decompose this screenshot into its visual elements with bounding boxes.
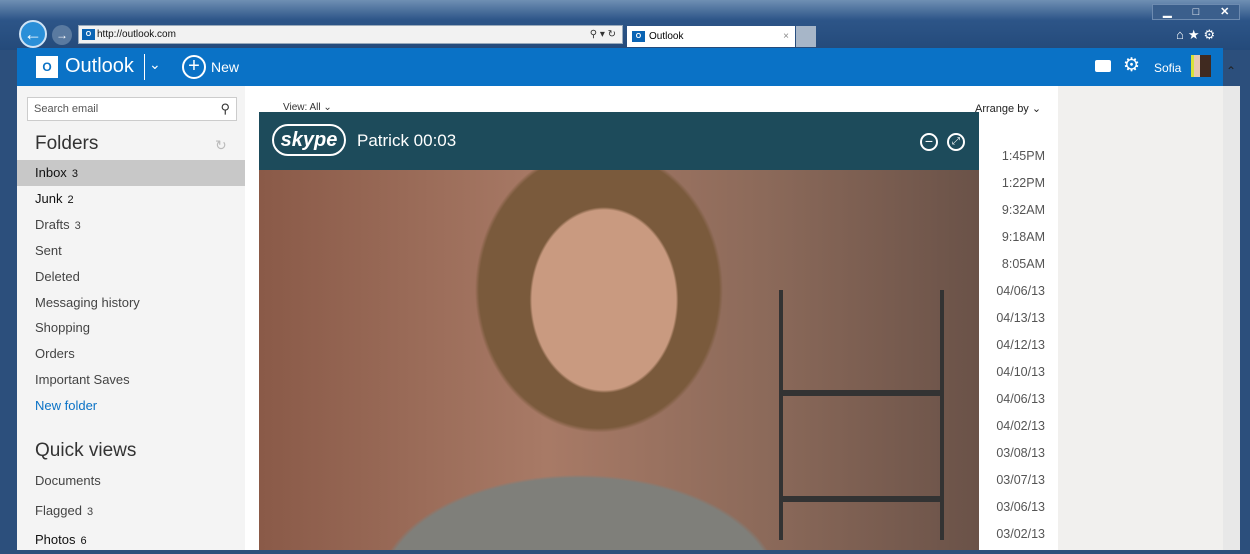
folder-label: Inbox [35,165,67,180]
tab-title: Outlook [649,31,684,42]
search-placeholder: Search email [34,103,99,115]
scrollbar[interactable] [1223,86,1240,550]
message-time[interactable]: 1:22PM [980,173,1045,200]
unread-count: 6 [80,535,87,547]
message-time[interactable]: 04/06/13 [980,281,1045,308]
folder-label: Photos [35,532,76,547]
app-title[interactable]: Outlook [65,55,134,78]
folder-label: Flagged [35,502,82,518]
close-button[interactable]: ✕ [1210,5,1239,19]
arrange-by-dropdown[interactable]: Arrange by ⌄ [975,102,1041,115]
plus-icon[interactable]: + [182,55,206,79]
folder-flagged[interactable]: Flagged 3 [17,498,245,524]
close-tab-icon[interactable]: × [783,26,789,47]
folder-orders[interactable]: Orders [17,341,245,367]
divider [144,54,145,80]
outlook-header: O Outlook ⌄ + New ⚙ Sofia [17,48,1223,86]
folders-heading: Folders [35,133,99,154]
folder-drafts[interactable]: Drafts 3 [17,212,245,238]
message-time[interactable]: 03/07/13 [980,470,1045,497]
chat-icon[interactable] [1095,60,1111,72]
folder-label: Messaging history [35,294,140,310]
folder-label: Documents [35,473,101,488]
folder-label: Sent [35,242,62,258]
new-folder-link[interactable]: New folder [17,393,245,419]
outlook-favicon: O [82,29,95,40]
folder-inbox[interactable]: Inbox 3 [17,160,245,186]
message-time[interactable]: 03/08/13 [980,443,1045,470]
folder-label: Shopping [35,320,90,336]
expand-call-button[interactable]: ⤢ [947,133,965,151]
avatar[interactable] [1191,55,1211,77]
new-tab-button[interactable] [796,26,816,47]
back-button[interactable]: ← [19,20,47,48]
message-time[interactable]: 03/06/13 [980,497,1045,524]
quick-views-heading: Quick views [35,440,137,461]
refresh-icon[interactable]: ↻ [215,137,227,154]
maximize-button[interactable]: □ [1182,5,1211,19]
message-time[interactable]: 04/10/13 [980,362,1045,389]
search-icon[interactable]: ⚲ [220,98,230,120]
message-times: 1:45PM 1:22PM 9:32AM 9:18AM 8:05AM 04/06/13 04… [980,146,1045,551]
address-bar[interactable]: O http://outlook.com ⚲ ▾ ↻ [78,25,623,44]
folder-label: Drafts [35,216,70,232]
skype-header: skype Patrick 00:03 − ⤢ [259,112,979,170]
sidebar: Search email ⚲ Folders ↻ Quick views Inb… [17,86,245,550]
folder-label: Junk [35,190,63,206]
outlook-logo-icon: O [36,56,58,78]
minimize-button[interactable]: ▁ [1153,5,1182,19]
message-time[interactable]: 1:45PM [980,146,1045,173]
background-shelf [779,290,944,540]
unread-count: 3 [71,168,78,180]
scroll-up-icon[interactable]: ⌃ [1226,64,1236,78]
folder-sent[interactable]: Sent [17,238,245,264]
unread-count: 3 [86,505,94,518]
url-text: http://outlook.com [97,29,176,40]
folder-label: Deleted [35,268,80,284]
new-button[interactable]: New [211,59,239,75]
message-time[interactable]: 04/06/13 [980,389,1045,416]
folder-deleted[interactable]: Deleted [17,264,245,290]
folder-shopping[interactable]: Shopping [17,315,245,341]
user-name[interactable]: Sofia [1154,61,1181,75]
window-controls: ▁ □ ✕ [1152,4,1240,20]
folder-documents[interactable]: Documents [17,468,245,494]
right-pane [1058,86,1223,550]
tab-outlook[interactable]: O Outlook × [627,26,795,47]
browser-chrome: ← → O http://outlook.com ⚲ ▾ ↻ O Outlook… [0,0,1250,50]
folder-important-saves[interactable]: Important Saves [17,367,245,393]
message-time[interactable]: 04/02/13 [980,416,1045,443]
outlook-favicon: O [632,31,645,42]
unread-count: 2 [67,193,74,206]
forward-button[interactable]: → [52,25,72,45]
skype-call-window: skype Patrick 00:03 − ⤢ [259,112,979,550]
video-feed [259,170,979,550]
caller-name-duration: Patrick 00:03 [357,131,457,150]
message-time[interactable]: 8:05AM [980,254,1045,281]
arrange-label: Arrange by [975,103,1029,115]
folder-photos[interactable]: Photos 6 [17,527,245,553]
message-time[interactable]: 9:32AM [980,200,1045,227]
folder-label: Important Saves [35,372,130,388]
message-time[interactable]: 04/12/13 [980,335,1045,362]
search-refresh-icons[interactable]: ⚲ ▾ ↻ [590,26,616,43]
chevron-down-icon[interactable]: ⌄ [149,56,161,73]
gear-icon[interactable]: ⚙ [1123,54,1140,77]
folder-label: Orders [35,346,75,362]
folder-junk[interactable]: Junk 2 [17,186,245,212]
message-time[interactable]: 04/13/13 [980,308,1045,335]
minimize-call-button[interactable]: − [920,133,938,151]
unread-count: 3 [74,219,81,232]
folder-messaging-history[interactable]: Messaging history [17,290,245,316]
search-input[interactable]: Search email ⚲ [27,97,237,121]
message-time[interactable]: 03/02/13 [980,524,1045,551]
home-favorites-settings-icons[interactable]: ⌂★⚙ [1176,27,1219,43]
message-time[interactable]: 9:18AM [980,227,1045,254]
skype-logo: skype [272,124,346,156]
